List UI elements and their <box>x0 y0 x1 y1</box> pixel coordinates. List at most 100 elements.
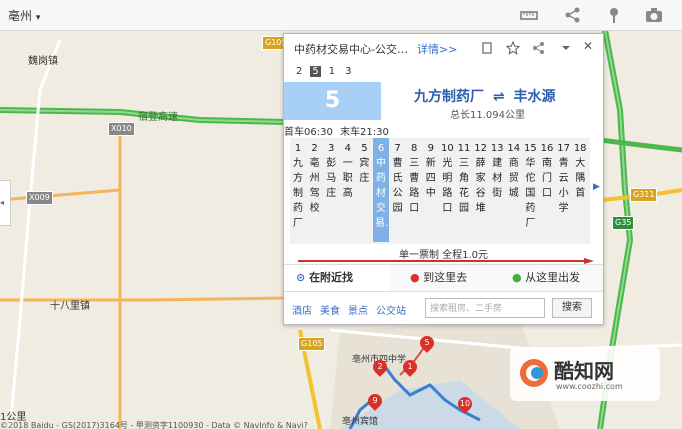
bus-stop-pin-5[interactable]: 5 <box>417 333 437 353</box>
stop-item[interactable]: 12 薛家谷堆 <box>473 142 489 216</box>
detail-link[interactable]: 详情>> <box>417 41 457 57</box>
stop-item[interactable]: 7 曹氏公园 <box>390 142 406 216</box>
route-endpoints: 九方制药厂 ⇌ 丰水源 <box>414 86 555 106</box>
stop-item[interactable]: 10 光明路口 <box>439 142 455 216</box>
share-icon[interactable] <box>562 5 584 25</box>
bus-stop-pin-2[interactable]: 2 <box>370 357 390 377</box>
route-page-tabs: 2513 <box>294 66 360 77</box>
stop-name: 亳州驾校 <box>309 158 320 214</box>
road-badge-g105-south: G105 <box>298 337 326 351</box>
tab-nearby[interactable]: ⊙ 在附近找 <box>284 265 390 291</box>
stop-name: 建材街 <box>492 158 503 199</box>
stop-item[interactable]: 11 三角花园 <box>456 142 472 216</box>
share-icon[interactable] <box>532 40 546 59</box>
stop-name: 九方制药厂 <box>293 158 303 229</box>
page-tab-2[interactable]: 2 <box>294 66 304 77</box>
swap-arrows-icon[interactable]: ⇌ <box>493 89 505 105</box>
stop-number: 8 <box>411 143 418 154</box>
route-length: 总长11.094公里 <box>450 110 525 121</box>
category-food[interactable]: 美食 <box>320 306 340 317</box>
panel-title: 中药材交易中心-公交… <box>294 43 408 56</box>
stop-item[interactable]: 3 彭马庄 <box>323 142 339 201</box>
stop-name: 三曹路口 <box>409 158 420 214</box>
stop-number: 13 <box>490 143 504 154</box>
search-button[interactable]: 搜索 <box>552 298 592 318</box>
stop-name: 大隅首 <box>575 158 586 199</box>
chevron-right-icon[interactable]: ▶ <box>593 182 600 192</box>
road-badge-x010: X010 <box>108 122 135 136</box>
bus-route-panel: 中药材交易中心-公交… 详情>> ✕ 2513 5 九方制药厂 ⇌ 丰水源 总长… <box>283 33 604 325</box>
stop-list: 1 九方制药厂 2 亳州驾校 3 彭马庄 4 一职高 5 宾庄 6 中药材交易… 7 曹氏公园 8 三曹路口 9… <box>290 138 590 244</box>
stop-item[interactable]: 4 一职高 <box>340 142 356 201</box>
stop-number: 9 <box>427 143 434 154</box>
category-sights[interactable]: 景点 <box>348 306 368 317</box>
tab-go-here[interactable]: ● 到这里去 <box>410 265 467 291</box>
stop-item[interactable]: 1 九方制药厂 <box>290 142 306 231</box>
stop-name: 新四中 <box>425 158 436 199</box>
close-icon[interactable]: ✕ <box>583 40 593 52</box>
stop-item[interactable]: 2 亳州驾校 <box>307 142 323 216</box>
road-badge-g311: G311 <box>630 188 658 202</box>
road-badge-g35: G35 <box>612 216 635 230</box>
stop-number: 16 <box>540 143 554 154</box>
stop-item[interactable]: 5 宾庄 <box>356 142 372 186</box>
stop-name: 中药材交易… <box>375 158 395 229</box>
category-hotel[interactable]: 酒店 <box>292 306 312 317</box>
label-expressway: 宿登高速 <box>138 112 178 123</box>
action-tabs: ⊙ 在附近找 ● 到这里去 ● 从这里出发 <box>284 264 603 292</box>
watermark-name: 酷知网 <box>554 359 614 383</box>
stop-item[interactable]: 17 青云小学 <box>556 142 572 216</box>
watermark-logo-icon <box>520 359 548 387</box>
bus-stop-pin-1[interactable]: 1 <box>400 357 420 377</box>
stop-item[interactable]: 13 建材街 <box>489 142 505 201</box>
bus-stop-pin-9[interactable]: 9 <box>365 391 385 411</box>
stop-number: 2 <box>311 143 318 154</box>
stop-item[interactable]: 18 大隅首 <box>572 142 588 201</box>
left-panel-toggle[interactable]: ◂ <box>0 180 11 226</box>
route-number: 5 <box>324 88 341 113</box>
stop-name: 三角花园 <box>459 158 469 214</box>
stop-name: 华佗国药厂 <box>525 158 536 229</box>
stop-item[interactable]: 16 南门口 <box>539 142 555 201</box>
star-icon[interactable] <box>505 40 521 59</box>
route-from: 九方制药厂 <box>414 89 484 105</box>
stop-name: 彭马庄 <box>326 158 337 199</box>
city-selector[interactable]: 亳州 ▾ <box>8 7 40 24</box>
page-tab-3[interactable]: 3 <box>343 66 353 77</box>
last-bus-time: 末车21:30 <box>340 127 389 138</box>
location-pin-icon[interactable] <box>603 5 625 25</box>
tab-from-here[interactable]: ● 从这里出发 <box>512 265 580 291</box>
stop-item[interactable]: 14 商贸城 <box>506 142 522 201</box>
copy-icon[interactable] <box>480 40 494 59</box>
stop-item[interactable]: 9 新四中 <box>423 142 439 201</box>
stop-name: 宾庄 <box>359 158 370 184</box>
road-badge-x009: X009 <box>26 191 53 205</box>
label-weigangzhen: 魏岗镇 <box>28 56 58 67</box>
stop-number: 10 <box>441 143 454 154</box>
stop-number: 5 <box>361 143 368 154</box>
chevron-down-icon[interactable] <box>560 40 572 59</box>
stop-number: 18 <box>573 143 587 154</box>
stop-item[interactable]: 8 三曹路口 <box>406 142 422 216</box>
bus-stop-pin-10[interactable]: 10 <box>455 394 475 414</box>
ruler-icon[interactable] <box>518 5 540 25</box>
nearby-search-input[interactable]: 搜索租房、二手房 <box>425 298 545 318</box>
route-to: 丰水源 <box>513 89 556 105</box>
route-number-box: 5 <box>284 82 381 120</box>
page-tab-5[interactable]: 5 <box>310 66 321 77</box>
category-bus-stop[interactable]: 公交站 <box>376 306 406 317</box>
stop-name: 南门口 <box>542 158 552 199</box>
page-tab-1[interactable]: 1 <box>327 66 337 77</box>
city-name: 亳州 <box>8 9 33 23</box>
service-hours: 首车06:30 末车21:30 <box>284 123 389 138</box>
watermark-url: www.coozhi.com <box>556 382 623 391</box>
stop-number: 15 <box>524 143 537 154</box>
stop-item[interactable]: 15 华佗国药厂 <box>522 142 538 231</box>
stop-item[interactable]: 6 中药材交易… <box>373 138 395 242</box>
camera-icon[interactable] <box>643 5 665 25</box>
stop-name: 薛家谷堆 <box>475 158 486 214</box>
map-toolbar: 亳州 ▾ <box>0 0 682 31</box>
stop-name: 青云小学 <box>558 158 569 214</box>
nearby-categories: 酒店 美食 景点 公交站 <box>292 302 414 317</box>
stop-number: 3 <box>328 143 335 154</box>
